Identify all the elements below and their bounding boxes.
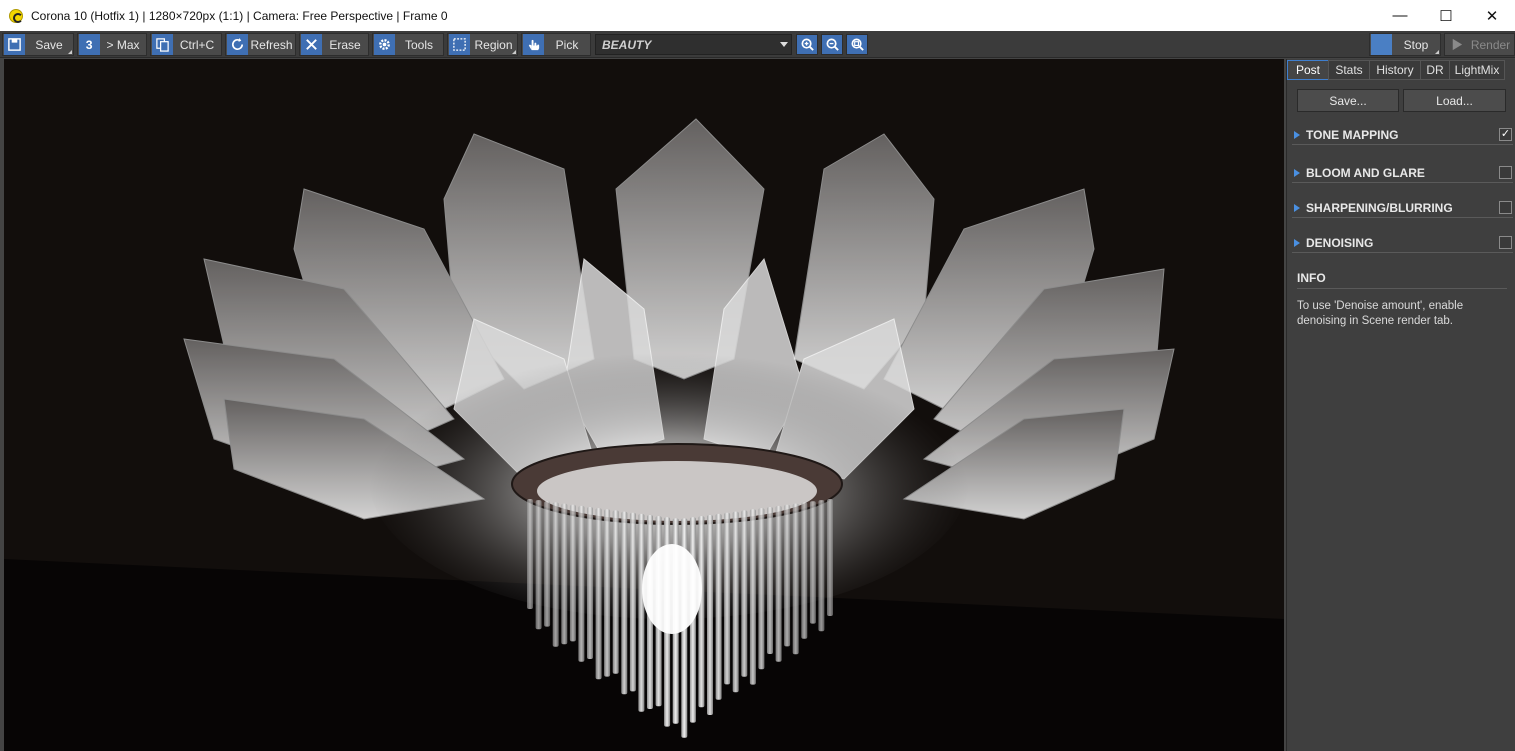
copy-button[interactable]: Ctrl+C bbox=[150, 33, 222, 56]
sharpening-checkbox[interactable] bbox=[1499, 201, 1512, 214]
region-select-icon bbox=[449, 34, 470, 55]
region-label: Region bbox=[474, 37, 513, 52]
refresh-icon bbox=[227, 34, 248, 55]
bloom-glare-checkbox[interactable] bbox=[1499, 166, 1512, 179]
chevron-down-icon bbox=[780, 42, 788, 47]
expand-triangle-icon bbox=[1294, 130, 1300, 139]
tools-button[interactable]: Tools bbox=[372, 33, 444, 56]
floppy-disk-icon bbox=[4, 34, 25, 55]
tab-stats[interactable]: Stats bbox=[1328, 60, 1370, 80]
refresh-label: Refresh bbox=[250, 37, 293, 52]
render-button[interactable]: Render bbox=[1444, 33, 1515, 56]
3ds-max-icon: 3 bbox=[79, 34, 100, 55]
section-title: BLOOM AND GLARE bbox=[1306, 165, 1425, 180]
corona-logo-icon bbox=[9, 8, 23, 23]
render-channel-value: BEAUTY bbox=[602, 37, 652, 52]
expand-triangle-icon bbox=[1294, 238, 1300, 247]
render-label: Render bbox=[1470, 37, 1511, 52]
tone-mapping-checkbox[interactable]: ✓ bbox=[1499, 128, 1512, 141]
erase-x-icon bbox=[301, 34, 322, 55]
play-icon bbox=[1446, 34, 1467, 55]
stop-label: Stop bbox=[1403, 37, 1429, 52]
toolbar: Save 3 > Max Ctrl+C Refresh Erase Tools bbox=[0, 31, 1515, 58]
section-tone-mapping[interactable]: TONE MAPPING ✓ bbox=[1292, 125, 1513, 145]
render-channel-select[interactable]: BEAUTY bbox=[595, 34, 792, 55]
title-bar: Corona 10 (Hotfix 1) | 1280×720px (1:1) … bbox=[0, 0, 1515, 31]
maximize-button[interactable]: ☐ bbox=[1423, 0, 1469, 31]
erase-button[interactable]: Erase bbox=[299, 33, 369, 56]
post-save-button[interactable]: Save... bbox=[1297, 89, 1399, 112]
gear-icon bbox=[374, 34, 395, 55]
zoom-fit-icon bbox=[851, 38, 864, 51]
tab-history[interactable]: History bbox=[1369, 60, 1421, 80]
section-denoising[interactable]: DENOISING bbox=[1292, 233, 1513, 253]
tab-post[interactable]: Post bbox=[1287, 60, 1329, 80]
tab-lightmix[interactable]: LightMix bbox=[1449, 60, 1505, 80]
stop-square-icon bbox=[1371, 34, 1392, 55]
section-bloom-glare[interactable]: BLOOM AND GLARE bbox=[1292, 163, 1513, 183]
copy-label: Ctrl+C bbox=[179, 37, 215, 52]
save-button[interactable]: Save bbox=[2, 33, 74, 56]
save-label: Save bbox=[35, 37, 63, 52]
stop-button[interactable]: Stop bbox=[1369, 33, 1441, 56]
expand-triangle-icon bbox=[1294, 203, 1300, 212]
post-panel: Post Stats History DR LightMix Save... L… bbox=[1286, 59, 1515, 751]
to-max-label: > Max bbox=[106, 37, 140, 52]
post-load-button[interactable]: Load... bbox=[1403, 89, 1506, 112]
window-controls: — ☐ ✕ bbox=[1377, 0, 1515, 31]
hand-pointer-icon bbox=[523, 34, 544, 55]
refresh-button[interactable]: Refresh bbox=[225, 33, 296, 56]
zoom-out-icon bbox=[826, 38, 839, 51]
section-title: SHARPENING/BLURRING bbox=[1306, 200, 1453, 215]
window-title: Corona 10 (Hotfix 1) | 1280×720px (1:1) … bbox=[31, 8, 448, 23]
minimize-button[interactable]: — bbox=[1377, 0, 1423, 31]
chandelier-render-image bbox=[4, 59, 1284, 751]
zoom-out-button[interactable] bbox=[821, 34, 843, 55]
denoising-checkbox[interactable] bbox=[1499, 236, 1512, 249]
info-title: INFO bbox=[1297, 271, 1507, 289]
info-text: To use 'Denoise amount', enable denoisin… bbox=[1297, 300, 1464, 327]
panel-tabs: Post Stats History DR LightMix bbox=[1287, 60, 1505, 80]
zoom-in-icon bbox=[801, 38, 814, 51]
render-viewport[interactable] bbox=[4, 59, 1284, 751]
tools-label: Tools bbox=[404, 37, 433, 52]
zoom-fit-button[interactable] bbox=[846, 34, 868, 55]
svg-text:3: 3 bbox=[86, 38, 93, 52]
tab-dr[interactable]: DR bbox=[1420, 60, 1450, 80]
copy-icon bbox=[152, 34, 173, 55]
section-sharpening[interactable]: SHARPENING/BLURRING bbox=[1292, 198, 1513, 218]
zoom-in-button[interactable] bbox=[796, 34, 818, 55]
close-button[interactable]: ✕ bbox=[1469, 0, 1515, 31]
pick-button[interactable]: Pick bbox=[521, 33, 591, 56]
region-button[interactable]: Region bbox=[447, 33, 518, 56]
section-title: TONE MAPPING bbox=[1306, 127, 1399, 142]
expand-triangle-icon bbox=[1294, 168, 1300, 177]
pick-label: Pick bbox=[555, 37, 579, 52]
section-title: DENOISING bbox=[1306, 235, 1374, 250]
to-max-button[interactable]: 3 > Max bbox=[77, 33, 147, 56]
erase-label: Erase bbox=[329, 37, 361, 52]
